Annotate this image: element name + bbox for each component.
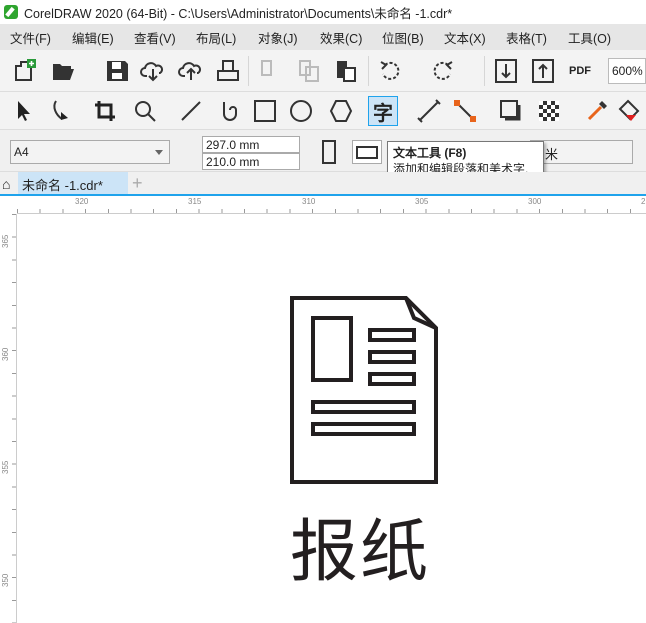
title-bar: CorelDRAW 2020 (64-Bit) - C:\Users\Admin… bbox=[0, 0, 646, 24]
ellipse-tool-icon[interactable] bbox=[286, 96, 316, 126]
eyedropper-tool-icon[interactable] bbox=[582, 96, 612, 126]
canvas-text[interactable]: 报纸 bbox=[290, 496, 430, 595]
paste-icon[interactable] bbox=[331, 56, 361, 86]
import-cloud-icon[interactable] bbox=[138, 56, 168, 86]
menu-view[interactable]: 查看(V) bbox=[134, 28, 186, 47]
text-tool-icon[interactable]: 字 bbox=[368, 96, 398, 126]
drawing-canvas[interactable]: 报纸 bbox=[18, 214, 646, 623]
import-icon[interactable] bbox=[491, 56, 521, 86]
menu-edit[interactable]: 编辑(E) bbox=[72, 28, 124, 47]
page-size-select[interactable]: A4 bbox=[10, 140, 170, 164]
menu-file[interactable]: 文件(F) bbox=[10, 28, 62, 47]
ruler-label: 365 bbox=[1, 234, 10, 248]
redo-icon[interactable] bbox=[428, 56, 458, 86]
landscape-button[interactable] bbox=[352, 140, 382, 164]
vertical-ruler[interactable]: 365 360 355 350 bbox=[0, 214, 17, 623]
rectangle-tool-icon[interactable] bbox=[250, 96, 280, 126]
toolbox: 字 bbox=[0, 92, 646, 130]
polygon-tool-icon[interactable] bbox=[326, 96, 356, 126]
units-select[interactable]: 米 bbox=[530, 140, 633, 164]
landscape-icon bbox=[356, 146, 378, 159]
menu-layout[interactable]: 布局(L) bbox=[196, 28, 248, 47]
menu-bitmaps[interactable]: 位图(B) bbox=[382, 28, 434, 47]
menu-tools[interactable]: 工具(O) bbox=[568, 28, 620, 47]
ruler-label: 360 bbox=[1, 347, 10, 361]
transparency-tool-icon[interactable] bbox=[534, 96, 564, 126]
copy-icon[interactable] bbox=[294, 56, 324, 86]
ruler-label: 320 bbox=[75, 197, 89, 206]
property-bar: A4 297.0 mm 210.0 mm 米 bbox=[0, 130, 646, 172]
save-icon[interactable] bbox=[102, 56, 132, 86]
crop-tool-icon[interactable] bbox=[90, 96, 120, 126]
ruler-label: 355 bbox=[1, 460, 10, 474]
freehand-tool-icon[interactable] bbox=[176, 96, 206, 126]
menu-effects[interactable]: 效果(C) bbox=[320, 28, 372, 47]
units-value: 米 bbox=[545, 147, 559, 162]
chevron-down-icon bbox=[155, 150, 163, 159]
connector-tool-icon[interactable] bbox=[450, 96, 480, 126]
cut-icon[interactable] bbox=[255, 56, 285, 86]
horizontal-ruler[interactable]: 320 315 310 305 300 2 bbox=[17, 196, 646, 214]
window-title: CorelDRAW 2020 (64-Bit) - C:\Users\Admin… bbox=[24, 6, 453, 21]
print-icon[interactable] bbox=[213, 56, 243, 86]
pick-tool-icon[interactable] bbox=[8, 96, 38, 126]
menu-object[interactable]: 对象(J) bbox=[258, 28, 310, 47]
tab-document[interactable]: 未命名 -1.cdr* bbox=[18, 172, 128, 194]
ruler-label: 305 bbox=[415, 197, 429, 206]
menu-text[interactable]: 文本(X) bbox=[444, 28, 496, 47]
ruler-label: 2 bbox=[641, 197, 646, 206]
tooltip-title: 文本工具 (F8) bbox=[393, 146, 467, 160]
artistic-media-tool-icon[interactable] bbox=[216, 96, 246, 126]
publish-pdf-icon[interactable]: PDF bbox=[565, 56, 595, 86]
interactive-fill-tool-icon[interactable] bbox=[614, 96, 644, 126]
undo-icon[interactable] bbox=[375, 56, 405, 86]
new-document-icon[interactable] bbox=[10, 56, 40, 86]
ruler-label: 310 bbox=[302, 197, 316, 206]
dimension-tool-icon[interactable] bbox=[414, 96, 444, 126]
home-icon[interactable]: ⌂ bbox=[2, 176, 10, 192]
shape-tool-icon[interactable] bbox=[46, 96, 76, 126]
coreldraw-logo-icon bbox=[4, 5, 18, 19]
portrait-icon[interactable] bbox=[322, 140, 336, 164]
pdf-label: PDF bbox=[569, 65, 591, 77]
export-icon[interactable] bbox=[528, 56, 558, 86]
page-height-field[interactable]: 210.0 mm bbox=[202, 153, 300, 170]
zoom-tool-icon[interactable] bbox=[130, 96, 160, 126]
zoom-level-field[interactable]: 600% bbox=[608, 58, 646, 84]
standard-toolbar: PDF 600% bbox=[0, 50, 646, 92]
menu-bar: 文件(F) 编辑(E) 查看(V) 布局(L) 对象(J) 效果(C) 位图(B… bbox=[0, 24, 646, 50]
drop-shadow-tool-icon[interactable] bbox=[496, 96, 526, 126]
open-folder-icon[interactable] bbox=[48, 56, 78, 86]
page-width-field[interactable]: 297.0 mm bbox=[202, 136, 300, 153]
export-cloud-icon[interactable] bbox=[176, 56, 206, 86]
ruler-label: 315 bbox=[188, 197, 202, 206]
menu-table[interactable]: 表格(T) bbox=[506, 28, 558, 47]
ruler-label: 300 bbox=[528, 197, 542, 206]
newspaper-icon bbox=[290, 296, 438, 484]
page-size-value: A4 bbox=[14, 145, 29, 159]
ruler-label: 350 bbox=[1, 573, 10, 587]
add-tab-icon[interactable]: + bbox=[132, 173, 143, 194]
